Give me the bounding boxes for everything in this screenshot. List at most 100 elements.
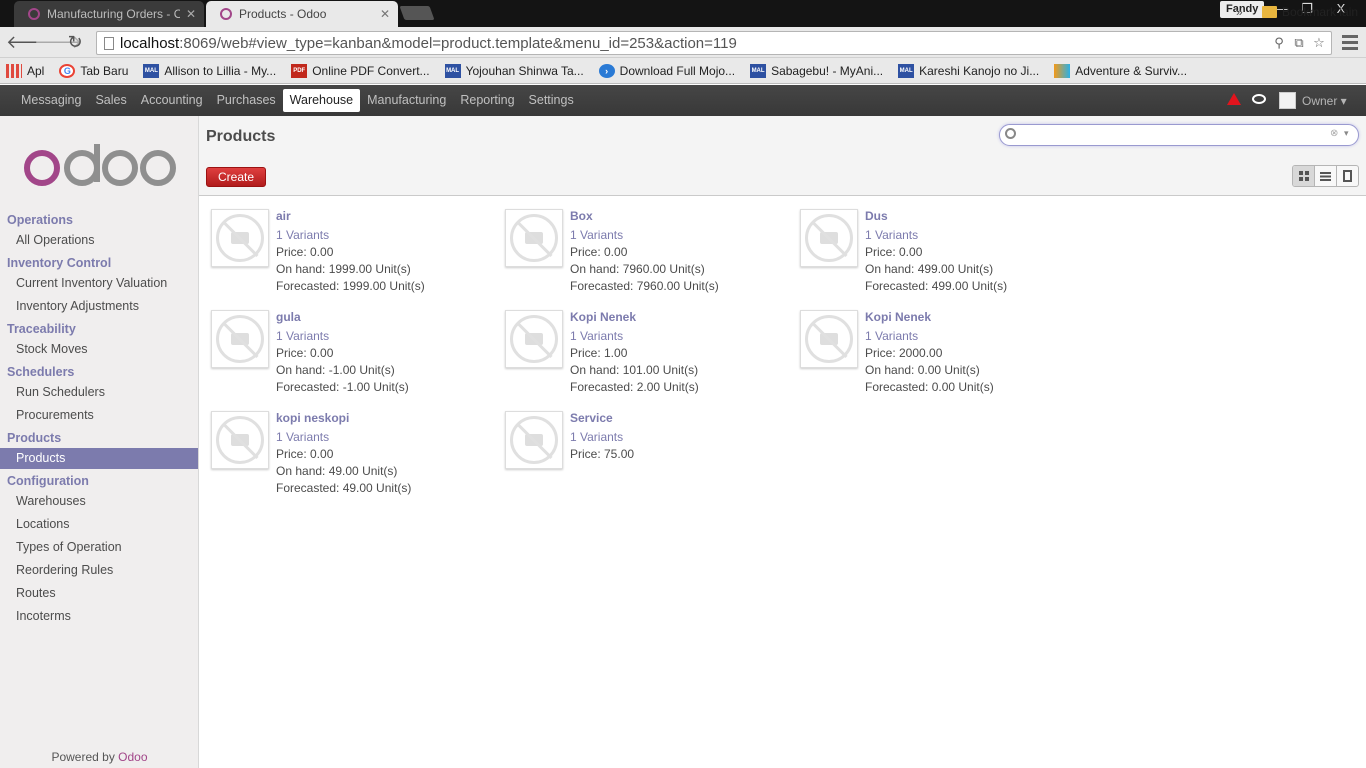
pdf-icon: PDF: [291, 63, 308, 78]
product-variants-link[interactable]: 1 Variants: [276, 429, 411, 446]
bookmark-folder[interactable]: Bookmark lain: [1262, 5, 1358, 19]
product-card[interactable]: kopi neskopi 1 Variants Price: 0.00 On hand…: [211, 411, 501, 506]
url-input[interactable]: localhost:8069/web#view_type=kanban&mode…: [96, 31, 1332, 55]
sidebar-item-products[interactable]: Products: [0, 448, 198, 469]
sidebar-item-reordering-rules[interactable]: Reordering Rules: [0, 560, 198, 581]
search-options-icon[interactable]: ▾: [1344, 128, 1349, 139]
product-image[interactable]: [211, 310, 269, 368]
odoo-top-menu: Messaging Sales Accounting Purchases Warehou…: [0, 85, 1366, 116]
sidebar-item-stock-moves[interactable]: Stock Moves: [0, 339, 198, 360]
sidebar-item-types-of-operation[interactable]: Types of Operation: [0, 537, 198, 558]
product-card[interactable]: gula 1 Variants Price: 0.00 On hand: -1.00 …: [211, 310, 501, 405]
product-image[interactable]: [211, 209, 269, 267]
bookmarks-overflow-icon[interactable]: »: [1236, 5, 1243, 19]
sidebar-item-run-schedulers[interactable]: Run Schedulers: [0, 382, 198, 403]
zoom-icon[interactable]: ⚲: [1271, 35, 1287, 51]
sidebar-item-inventory-adjustments[interactable]: Inventory Adjustments: [0, 296, 198, 317]
bookmark-item[interactable]: MAL Sabagebu! - MyAni...: [750, 63, 883, 78]
chrome-menu-icon[interactable]: [1340, 32, 1360, 52]
sidebar-item-warehouses[interactable]: Warehouses: [0, 491, 198, 512]
topmenu-item-settings[interactable]: Settings: [522, 89, 581, 112]
product-image[interactable]: [505, 310, 563, 368]
product-name[interactable]: Dus: [865, 209, 1007, 227]
product-image[interactable]: [800, 310, 858, 368]
topmenu-item-purchases[interactable]: Purchases: [210, 89, 283, 112]
bookmark-item[interactable]: G Tab Baru: [59, 63, 128, 78]
back-arrow-icon[interactable]: 🡐: [6, 31, 54, 53]
search-box[interactable]: ⊗ ▾: [999, 124, 1359, 146]
sidebar-item-current-inventory-valuation[interactable]: Current Inventory Valuation: [0, 273, 198, 294]
new-tab-button[interactable]: [399, 6, 435, 20]
bookmark-item[interactable]: MAL Yojouhan Shinwa Ta...: [444, 63, 584, 78]
product-price: Price: 0.00: [570, 245, 628, 259]
topmenu-item-warehouse[interactable]: Warehouse: [282, 89, 361, 112]
product-name[interactable]: Service: [570, 411, 634, 429]
search-icon: [1005, 128, 1016, 139]
product-forecasted: Forecasted: 1999.00 Unit(s): [276, 279, 425, 293]
kanban-view-button[interactable]: [1293, 166, 1315, 186]
odoo-logo[interactable]: [22, 144, 176, 188]
topmenu-item-manufacturing[interactable]: Manufacturing: [360, 89, 453, 112]
product-name[interactable]: gula: [276, 310, 409, 328]
no-image-camera-icon: [510, 214, 558, 262]
topmenu-item-sales[interactable]: Sales: [88, 89, 133, 112]
topmenu-item-reporting[interactable]: Reporting: [453, 89, 521, 112]
search-input[interactable]: [1020, 127, 1320, 141]
chat-icon[interactable]: [1252, 94, 1266, 104]
sidebar-item-locations[interactable]: Locations: [0, 514, 198, 535]
product-card[interactable]: Kopi Nenek 1 Variants Price: 2000.00 On han…: [800, 310, 1090, 405]
bookmark-star-icon[interactable]: ☆: [1311, 35, 1327, 51]
product-card[interactable]: Dus 1 Variants Price: 0.00 On hand: 499.00 …: [800, 209, 1090, 304]
create-button[interactable]: Create: [206, 167, 266, 187]
translate-icon[interactable]: ⧉: [1291, 35, 1307, 51]
product-price: Price: 0.00: [865, 245, 923, 259]
product-image[interactable]: [800, 209, 858, 267]
product-variants-link[interactable]: 1 Variants: [276, 227, 425, 244]
bookmark-item[interactable]: › Download Full Mojo...: [598, 63, 735, 78]
product-image[interactable]: [505, 411, 563, 469]
tab-products[interactable]: Products - Odoo ✕: [206, 1, 398, 27]
reload-icon[interactable]: ↻: [64, 31, 86, 53]
sidebar-item-routes[interactable]: Routes: [0, 583, 198, 604]
product-variants-link[interactable]: 1 Variants: [570, 328, 699, 345]
product-card[interactable]: Box 1 Variants Price: 0.00 On hand: 7960.00…: [505, 209, 795, 304]
forward-arrow-icon[interactable]: 🡒: [34, 31, 82, 53]
product-variants-link[interactable]: 1 Variants: [570, 429, 634, 446]
tab-close-icon[interactable]: ✕: [380, 7, 390, 21]
alert-icon[interactable]: [1227, 93, 1241, 105]
product-card[interactable]: Service 1 Variants Price: 75.00: [505, 411, 795, 506]
topmenu-item-accounting[interactable]: Accounting: [134, 89, 210, 112]
google-icon: G: [59, 63, 76, 78]
odoo-link[interactable]: Odoo: [118, 750, 147, 764]
sidebar-item-all-operations[interactable]: All Operations: [0, 230, 198, 251]
product-image[interactable]: [505, 209, 563, 267]
product-card[interactable]: air 1 Variants Price: 0.00 On hand: 1999.00…: [211, 209, 501, 304]
bookmark-item[interactable]: MAL Kareshi Kanojo no Ji...: [898, 63, 1039, 78]
bookmark-item[interactable]: Adventure & Surviv...: [1054, 63, 1187, 78]
browser-titlebar: Manufacturing Orders - O ✕ Products - Od…: [0, 0, 1366, 27]
product-variants-link[interactable]: 1 Variants: [276, 328, 409, 345]
bookmark-item[interactable]: Apl: [6, 63, 44, 78]
product-variants-link[interactable]: 1 Variants: [570, 227, 719, 244]
product-variants-link[interactable]: 1 Variants: [865, 328, 994, 345]
product-name[interactable]: kopi neskopi: [276, 411, 411, 429]
list-view-button[interactable]: [1315, 166, 1337, 186]
product-name[interactable]: Box: [570, 209, 719, 227]
product-variants-link[interactable]: 1 Variants: [865, 227, 1007, 244]
bookmark-item[interactable]: PDF Online PDF Convert...: [291, 63, 430, 78]
tab-manufacturing-orders[interactable]: Manufacturing Orders - O ✕: [14, 1, 204, 27]
product-card[interactable]: Kopi Nenek 1 Variants Price: 1.00 On hand: …: [505, 310, 795, 405]
bookmark-item[interactable]: MAL Allison to Lillia - My...: [143, 63, 276, 78]
mal-icon: MAL: [750, 63, 767, 78]
product-name[interactable]: Kopi Nenek: [570, 310, 699, 328]
product-name[interactable]: air: [276, 209, 425, 227]
sidebar-item-incoterms[interactable]: Incoterms: [0, 606, 198, 627]
topmenu-item-messaging[interactable]: Messaging: [14, 89, 88, 112]
product-name[interactable]: Kopi Nenek: [865, 310, 994, 328]
product-image[interactable]: [211, 411, 269, 469]
clear-search-icon[interactable]: ⊗: [1330, 128, 1338, 139]
user-menu[interactable]: Owner ▾: [1279, 92, 1347, 109]
tab-close-icon[interactable]: ✕: [186, 7, 196, 21]
sidebar-item-procurements[interactable]: Procurements: [0, 405, 198, 426]
form-view-button[interactable]: [1337, 166, 1358, 186]
